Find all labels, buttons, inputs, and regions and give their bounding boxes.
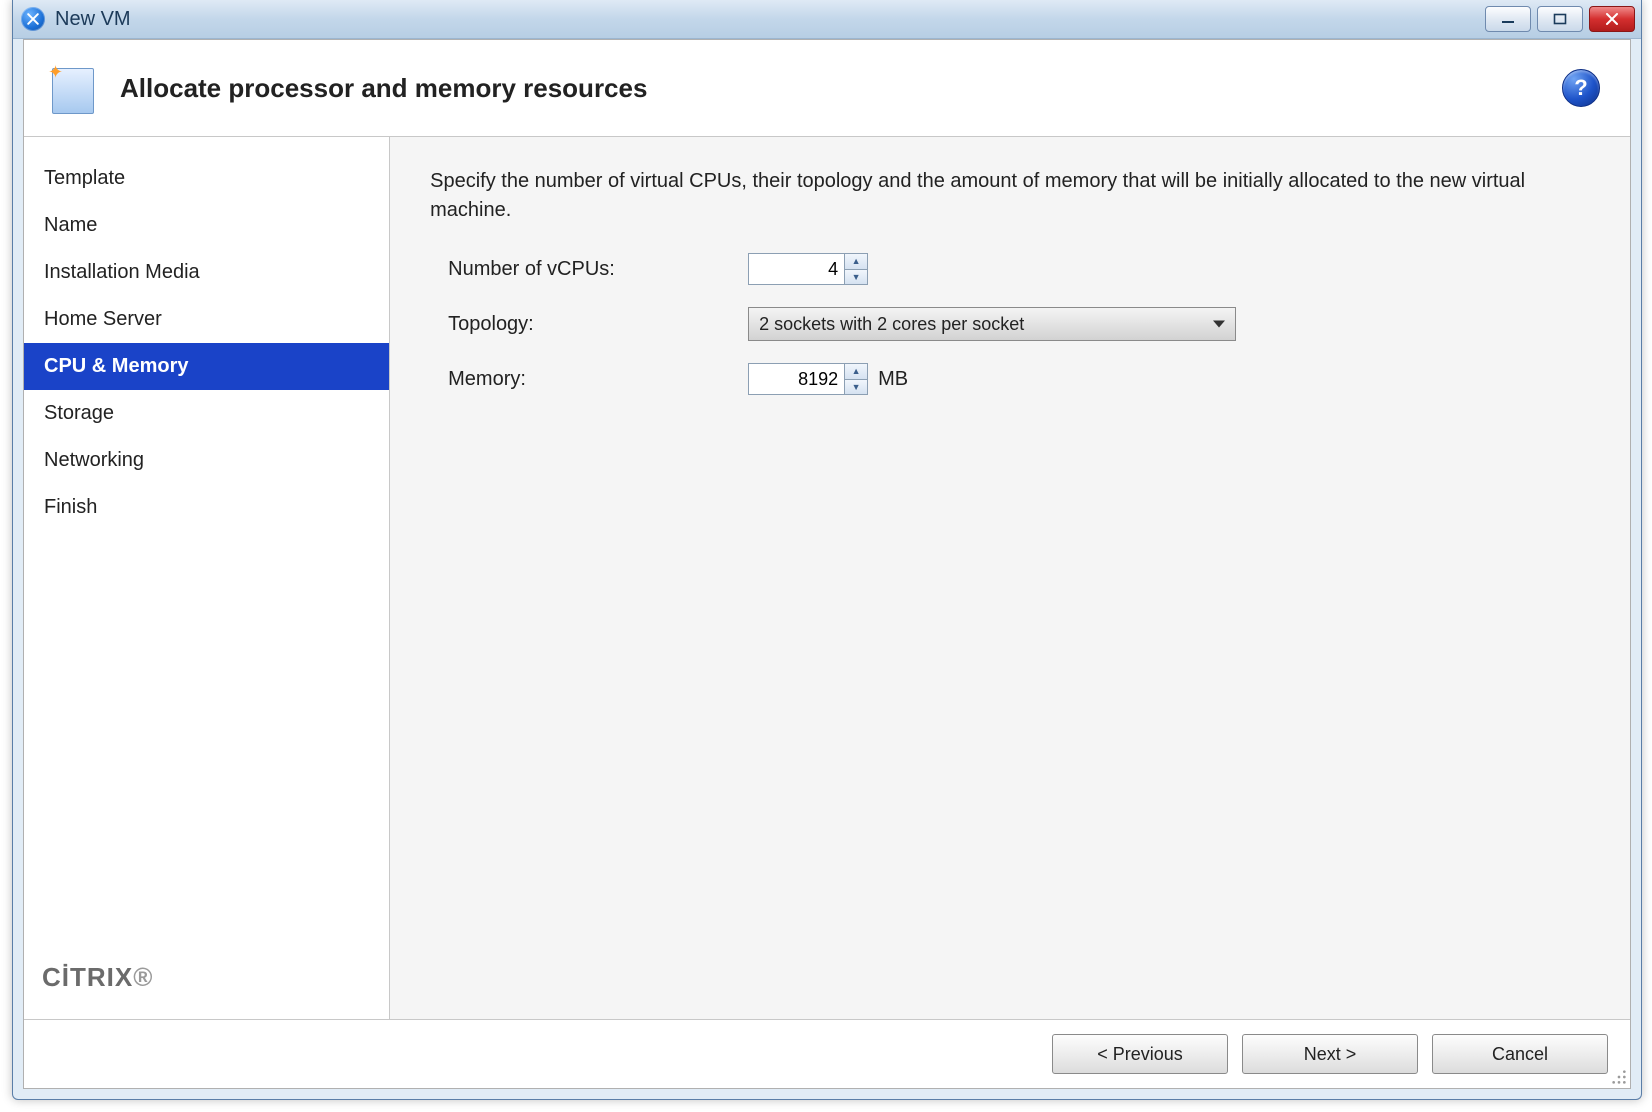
content-pane: Specify the number of virtual CPUs, thei… bbox=[390, 137, 1630, 1019]
sidebar-item-storage[interactable]: Storage bbox=[24, 390, 389, 437]
help-button[interactable]: ? bbox=[1562, 69, 1600, 107]
vcpu-stepper[interactable]: ▲ ▼ bbox=[748, 253, 868, 285]
topology-combo[interactable]: 2 sockets with 2 cores per socket bbox=[748, 307, 1236, 341]
sidebar-item-label: Networking bbox=[44, 449, 144, 471]
vcpu-input[interactable] bbox=[748, 253, 844, 285]
footer: < Previous Next > Cancel bbox=[24, 1019, 1630, 1088]
memory-step-up[interactable]: ▲ bbox=[845, 364, 867, 379]
pane-description: Specify the number of virtual CPUs, thei… bbox=[430, 167, 1590, 225]
titlebar: New VM bbox=[13, 0, 1641, 39]
help-icon: ? bbox=[1574, 75, 1587, 101]
cancel-button[interactable]: Cancel bbox=[1432, 1034, 1608, 1074]
sidebar-item-label: Template bbox=[44, 167, 125, 189]
chevron-down-icon bbox=[1213, 321, 1225, 328]
sidebar-item-home-server[interactable]: Home Server bbox=[24, 296, 389, 343]
window-title: New VM bbox=[55, 8, 131, 31]
topology-label: Topology: bbox=[448, 313, 748, 336]
next-button[interactable]: Next > bbox=[1242, 1034, 1418, 1074]
vcpu-step-up[interactable]: ▲ bbox=[845, 254, 867, 269]
memory-unit: MB bbox=[878, 368, 908, 391]
memory-label: Memory: bbox=[448, 368, 748, 391]
vcpu-step-down[interactable]: ▼ bbox=[845, 269, 867, 285]
sidebar-item-networking[interactable]: Networking bbox=[24, 437, 389, 484]
sidebar-item-name[interactable]: Name bbox=[24, 202, 389, 249]
memory-stepper[interactable]: ▲ ▼ bbox=[748, 363, 868, 395]
header: ✦ Allocate processor and memory resource… bbox=[24, 40, 1630, 137]
sidebar-item-finish[interactable]: Finish bbox=[24, 484, 389, 531]
memory-input[interactable] bbox=[748, 363, 844, 395]
sidebar-item-cpu-memory[interactable]: CPU & Memory bbox=[24, 343, 389, 390]
memory-step-down[interactable]: ▼ bbox=[845, 379, 867, 395]
client-area: ✦ Allocate processor and memory resource… bbox=[23, 39, 1631, 1089]
sidebar-item-label: Name bbox=[44, 214, 97, 236]
sidebar-item-label: Storage bbox=[44, 402, 114, 424]
sidebar-item-label: Finish bbox=[44, 496, 97, 518]
sidebar-item-template[interactable]: Template bbox=[24, 155, 389, 202]
wizard-step-icon: ✦ bbox=[48, 62, 100, 114]
vendor-brand: CİTRIX® bbox=[24, 962, 389, 1019]
sidebar-item-label: Installation Media bbox=[44, 261, 200, 283]
minimize-button[interactable] bbox=[1485, 6, 1531, 32]
window-frame: New VM ✦ Allocate processor and memory r… bbox=[12, 0, 1642, 1100]
sidebar-item-label: CPU & Memory bbox=[44, 355, 188, 377]
close-button[interactable] bbox=[1589, 6, 1635, 32]
maximize-button[interactable] bbox=[1537, 6, 1583, 32]
sidebar-item-label: Home Server bbox=[44, 308, 162, 330]
previous-button[interactable]: < Previous bbox=[1052, 1034, 1228, 1074]
wizard-sidebar: Template Name Installation Media Home Se… bbox=[24, 137, 390, 1019]
app-icon bbox=[21, 7, 45, 31]
topology-value: 2 sockets with 2 cores per socket bbox=[759, 314, 1024, 335]
page-title: Allocate processor and memory resources bbox=[120, 73, 1562, 104]
vcpu-label: Number of vCPUs: bbox=[448, 258, 748, 281]
sidebar-item-installation-media[interactable]: Installation Media bbox=[24, 249, 389, 296]
